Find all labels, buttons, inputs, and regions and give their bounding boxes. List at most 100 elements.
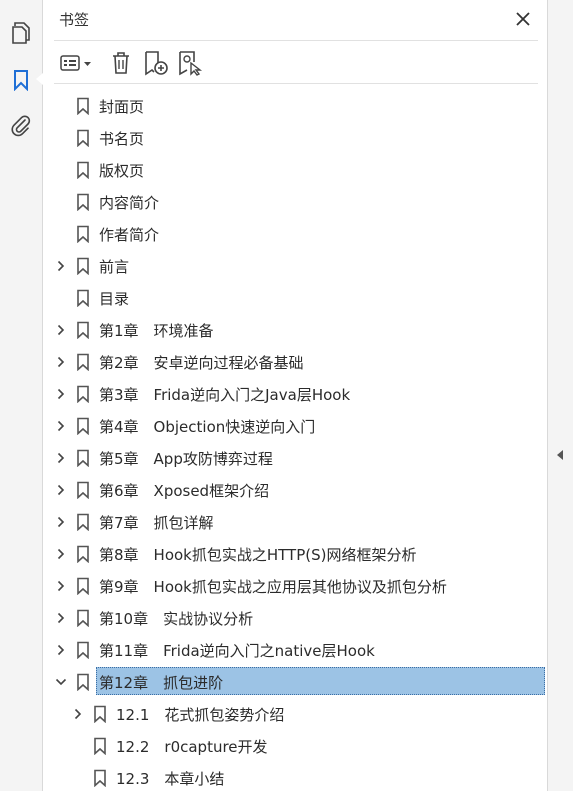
bookmark-label: 第8章 Hook抓包实战之HTTP(S)网络框架分析 — [99, 546, 417, 564]
bookmark-icon — [77, 449, 89, 467]
bookmark-label: 第10章 实战协议分析 — [99, 610, 254, 628]
bookmark-icon — [77, 321, 89, 339]
chevron-right-icon[interactable] — [55, 612, 67, 624]
bookmark-label: 第3章 Frida逆向入门之Java层Hook — [99, 386, 351, 404]
bookmark-icon — [77, 161, 89, 179]
bookmark-label: 12.3 本章小结 — [116, 770, 225, 788]
bookmarks-icon — [14, 70, 28, 91]
bookmark-subitem[interactable]: 12.3 本章小结 — [44, 763, 547, 791]
chevron-right-icon[interactable] — [72, 708, 84, 720]
new-bookmark-from-structure-button[interactable] — [176, 50, 204, 76]
bookmarks-panel-button[interactable] — [7, 66, 35, 94]
chevron-right-icon[interactable] — [55, 484, 67, 496]
bookmark-item[interactable]: 第6章 Xposed框架介绍 — [44, 475, 547, 505]
bookmark-item[interactable]: 第4章 Objection快速逆向入门 — [44, 411, 547, 441]
bookmark-item[interactable]: 第12章 抓包进阶 — [44, 667, 547, 697]
new-bookmark-icon — [145, 51, 168, 76]
bookmark-item[interactable]: 第10章 实战协议分析 — [44, 603, 547, 633]
chevron-right-icon[interactable] — [55, 452, 67, 464]
bookmark-icon — [77, 545, 89, 563]
bookmark-item[interactable]: 封面页 — [44, 91, 547, 121]
bookmark-subitem[interactable]: 12.1 花式抓包姿势介绍 — [44, 699, 547, 729]
bookmark-label: 第2章 安卓逆向过程必备基础 — [99, 354, 304, 372]
attachments-panel-button[interactable] — [7, 111, 35, 139]
bookmark-icon — [77, 513, 89, 531]
collapse-panel-icon[interactable] — [557, 450, 563, 460]
bookmark-icon — [94, 737, 106, 755]
bookmark-subitem[interactable]: 12.2 r0capture开发 — [44, 731, 547, 761]
active-panel-pointer — [36, 73, 43, 85]
bookmark-item[interactable]: 第3章 Frida逆向入门之Java层Hook — [44, 379, 547, 409]
bookmark-item[interactable]: 第5章 App攻防博弈过程 — [44, 443, 547, 473]
bookmark-icon — [77, 193, 89, 211]
bookmark-item[interactable]: 内容简介 — [44, 187, 547, 217]
bookmark-icon — [77, 129, 89, 147]
bookmark-item[interactable]: 第8章 Hook抓包实战之HTTP(S)网络框架分析 — [44, 539, 547, 569]
chevron-right-icon[interactable] — [55, 388, 67, 400]
bookmark-item[interactable]: 版权页 — [44, 155, 547, 185]
bookmark-label: 第5章 App攻防博弈过程 — [99, 450, 273, 468]
bookmark-icon — [77, 673, 89, 691]
bookmark-icon — [77, 257, 89, 275]
options-menu-icon — [60, 55, 91, 71]
bookmark-icon — [94, 769, 106, 787]
bookmark-item[interactable]: 第7章 抓包详解 — [44, 507, 547, 537]
bookmark-label: 内容简介 — [99, 194, 160, 212]
new-bookmark-from-structure-icon — [179, 51, 203, 76]
bookmark-item[interactable]: 第1章 环境准备 — [44, 315, 547, 345]
bookmark-label: 目录 — [99, 290, 130, 308]
bookmark-label: 第12章 抓包进阶 — [99, 674, 224, 692]
bookmark-item[interactable]: 第11章 Frida逆向入门之native层Hook — [44, 635, 547, 665]
bookmark-label: 第1章 环境准备 — [99, 322, 214, 340]
attachments-icon — [11, 115, 31, 137]
bookmark-label: 12.2 r0capture开发 — [116, 738, 268, 756]
chevron-right-icon[interactable] — [55, 260, 67, 272]
chevron-right-icon[interactable] — [55, 580, 67, 592]
chevron-right-icon[interactable] — [55, 644, 67, 656]
new-bookmark-button[interactable] — [142, 50, 170, 76]
bookmark-item[interactable]: 第9章 Hook抓包实战之应用层其他协议及抓包分析 — [44, 571, 547, 601]
bookmark-icon — [94, 705, 106, 723]
bookmark-icon — [77, 641, 89, 659]
bookmark-icon — [77, 385, 89, 403]
chevron-right-icon[interactable] — [55, 548, 67, 560]
navigation-rail — [0, 0, 43, 791]
chevron-right-icon[interactable] — [55, 420, 67, 432]
panel-header: 书签 — [44, 0, 547, 40]
bookmark-item[interactable]: 第2章 安卓逆向过程必备基础 — [44, 347, 547, 377]
bookmark-label: 第6章 Xposed框架介绍 — [99, 482, 270, 500]
bookmark-icon — [77, 609, 89, 627]
bookmark-icon — [77, 481, 89, 499]
bookmark-item[interactable]: 前言 — [44, 251, 547, 281]
chevron-right-icon[interactable] — [55, 324, 67, 336]
bookmarks-panel: 书签 封面页 书名页 版权页 内容简介 作者简介 前言 目录 第1章 环境准备 … — [44, 0, 547, 791]
pages-icon — [12, 22, 30, 44]
bookmark-icon — [77, 289, 89, 307]
bookmark-label: 第4章 Objection快速逆向入门 — [99, 418, 316, 436]
bookmark-label: 书名页 — [99, 130, 145, 148]
bookmark-label: 作者简介 — [99, 226, 160, 244]
bookmark-label: 封面页 — [99, 98, 145, 116]
bookmark-item[interactable]: 目录 — [44, 283, 547, 313]
bookmark-icon — [77, 225, 89, 243]
bookmark-label: 12.1 花式抓包姿势介绍 — [116, 706, 285, 724]
bookmark-label: 前言 — [99, 258, 130, 276]
bookmark-item[interactable]: 书名页 — [44, 123, 547, 153]
bookmark-label: 第9章 Hook抓包实战之应用层其他协议及抓包分析 — [99, 578, 447, 596]
bookmark-item[interactable]: 作者简介 — [44, 219, 547, 249]
chevron-down-icon[interactable] — [55, 676, 67, 688]
close-panel-button[interactable] — [513, 9, 533, 29]
bookmark-icon — [77, 353, 89, 371]
chevron-right-icon[interactable] — [55, 516, 67, 528]
panel-splitter[interactable] — [547, 0, 573, 791]
bookmark-icon — [77, 417, 89, 435]
bookmarks-toolbar — [54, 40, 538, 84]
panel-title: 书签 — [59, 11, 90, 29]
delete-bookmark-button[interactable] — [108, 50, 134, 76]
page-thumbnails-button[interactable] — [7, 19, 35, 47]
bookmark-label: 第11章 Frida逆向入门之native层Hook — [99, 642, 375, 660]
bookmark-label: 第7章 抓包详解 — [99, 514, 214, 532]
bookmark-icon — [77, 577, 89, 595]
chevron-right-icon[interactable] — [55, 356, 67, 368]
options-menu-button[interactable] — [58, 50, 96, 76]
